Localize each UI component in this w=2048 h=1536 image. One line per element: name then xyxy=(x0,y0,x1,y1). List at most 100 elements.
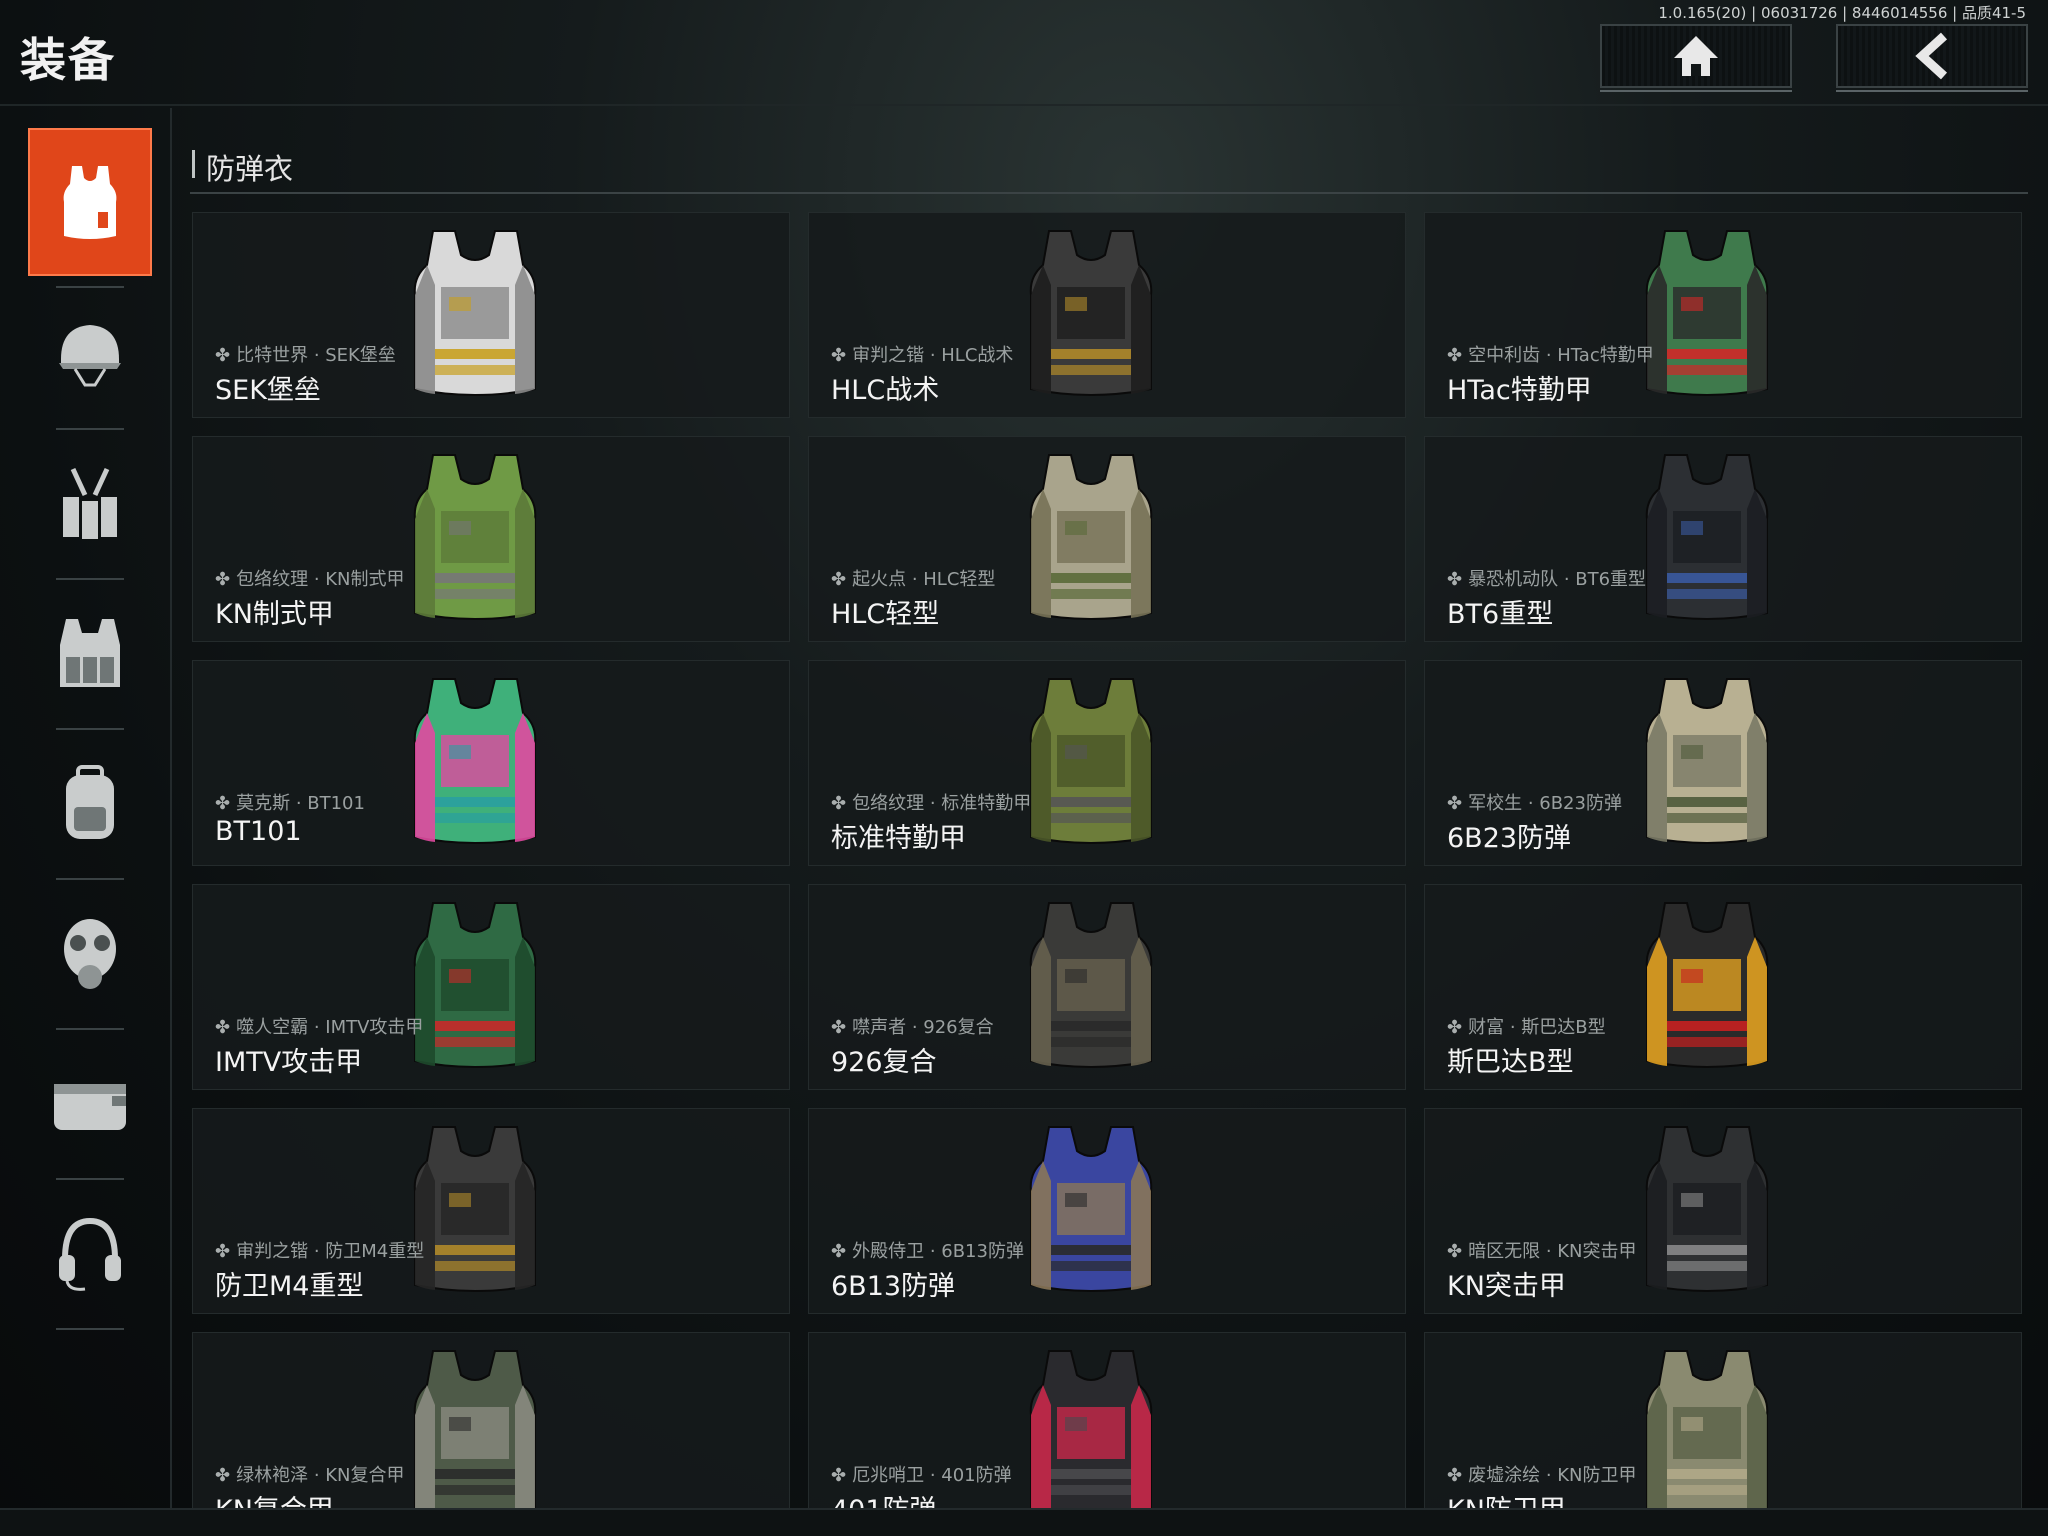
sidebar-item-vest[interactable] xyxy=(28,580,152,728)
armor-card[interactable]: ✤ 军校生 · 6B23防弹 6B23防弹 xyxy=(1424,660,2022,866)
skin-label: ✤ 包络纹理 · KN制式甲 xyxy=(215,565,405,591)
armor-card[interactable]: ✤ 包络纹理 · KN制式甲 KN制式甲 xyxy=(192,436,790,642)
skin-label: ✤ 废墟涂绘 · KN防卫甲 xyxy=(1447,1461,1637,1487)
skin-tag-icon: ✤ xyxy=(831,345,847,366)
page-title: 装备 xyxy=(20,33,116,87)
armor-card[interactable]: ✤绿林袍泽 · KN复合甲KN复合甲 xyxy=(192,1332,790,1508)
sidebar-item-backpack[interactable] xyxy=(28,730,152,878)
sidebar-separator xyxy=(56,1328,124,1330)
helmet-icon xyxy=(59,325,121,387)
armor-card[interactable]: ✤厄兆哨卫 · 401防弹401防弹 xyxy=(808,1332,1406,1508)
home-button[interactable] xyxy=(1600,24,1792,92)
armor-vest-image xyxy=(413,678,537,844)
sidebar-item-mask[interactable] xyxy=(28,880,152,1028)
armor-name: BT101 xyxy=(215,816,302,847)
skin-name: 废墟涂绘 · KN防卫甲 xyxy=(1468,1465,1637,1486)
armor-name: HLC轻型 xyxy=(831,599,940,630)
armor-name: 斯巴达B型 xyxy=(1447,1047,1574,1078)
tactical-vest-icon xyxy=(60,619,120,687)
armor-name: KN制式甲 xyxy=(215,599,334,630)
armor-card[interactable]: ✤ 审判之锴 · HLC战术 HLC战术 xyxy=(808,212,1406,418)
skin-label: ✤ 包络纹理 · 标准特勤甲 xyxy=(831,789,1031,815)
armor-name: 6B13防弹 xyxy=(831,1271,956,1302)
skin-tag-icon: ✤ xyxy=(215,1017,231,1038)
armor-vest-image xyxy=(1029,1350,1153,1508)
skin-name: 厄兆哨卫 · 401防弹 xyxy=(852,1465,1012,1486)
skin-label: ✤ 审判之锴 · 防卫M4重型 xyxy=(215,1237,424,1263)
armor-name: 6B23防弹 xyxy=(1447,823,1572,854)
skin-name: 比特世界 · SEK堡垒 xyxy=(236,345,396,366)
armor-vest-image xyxy=(1029,230,1153,396)
armor-card[interactable]: ✤ 噤声者 · 926复合 926复合 xyxy=(808,884,1406,1090)
home-icon xyxy=(1674,36,1718,76)
skin-tag-icon: ✤ xyxy=(1447,1241,1463,1262)
armor-name: HTac特勤甲 xyxy=(1447,375,1592,406)
armor-card[interactable]: ✤ 莫克斯 · BT101 BT101 xyxy=(192,660,790,866)
skin-tag-icon: ✤ xyxy=(831,1017,847,1038)
armor-name: HLC战术 xyxy=(831,375,940,406)
version-info: 1.0.165(20) | 06031726 | 8446014556 | 品质… xyxy=(1658,4,2026,22)
armor-card[interactable]: ✤废墟涂绘 · KN防卫甲KN防卫甲 xyxy=(1424,1332,2022,1508)
armor-name: BT6重型 xyxy=(1447,599,1554,630)
armor-card[interactable]: ✤ 暴恐机动队 · BT6重型 BT6重型 xyxy=(1424,436,2022,642)
skin-label: ✤ 起火点 · HLC轻型 xyxy=(831,565,995,591)
armor-card[interactable]: ✤ 审判之锴 · 防卫M4重型 防卫M4重型 xyxy=(192,1108,790,1314)
sidebar-item-helmet[interactable] xyxy=(28,280,152,428)
armor-name: SEK堡垒 xyxy=(215,375,321,406)
skin-tag-icon: ✤ xyxy=(1447,1465,1463,1486)
sidebar-item-headset[interactable] xyxy=(28,1180,152,1328)
skin-tag-icon: ✤ xyxy=(831,1465,847,1486)
skin-name: 财富 · 斯巴达B型 xyxy=(1468,1017,1606,1038)
gas-mask-icon xyxy=(64,919,116,989)
skin-name: 绿林袍泽 · KN复合甲 xyxy=(236,1465,405,1486)
skin-name: 暴恐机动队 · BT6重型 xyxy=(1468,569,1647,590)
skin-tag-icon: ✤ xyxy=(1447,793,1463,814)
section-title: 防弹衣 xyxy=(206,152,294,186)
skin-tag-icon: ✤ xyxy=(1447,569,1463,590)
skin-label: ✤ 暗区无限 · KN突击甲 xyxy=(1447,1237,1637,1263)
skin-tag-icon: ✤ xyxy=(215,345,231,366)
skin-label: ✤ 空中利齿 · HTac特勤甲 xyxy=(1447,341,1654,367)
skin-name: 军校生 · 6B23防弹 xyxy=(1468,793,1622,814)
skin-tag-icon: ✤ xyxy=(215,1241,231,1262)
sidebar-item-armor[interactable] xyxy=(28,128,152,276)
armor-name: IMTV攻击甲 xyxy=(215,1047,363,1078)
armor-card[interactable]: ✤ 包络纹理 · 标准特勤甲 标准特勤甲 xyxy=(808,660,1406,866)
armor-card[interactable]: ✤ 噬人空霸 · IMTV攻击甲 IMTV攻击甲 xyxy=(192,884,790,1090)
skin-name: 审判之锴 · 防卫M4重型 xyxy=(236,1241,425,1262)
skin-name: 起火点 · HLC轻型 xyxy=(852,569,996,590)
skin-label: ✤ 莫克斯 · BT101 xyxy=(215,789,365,815)
armor-card[interactable]: ✤ 比特世界 · SEK堡垒 SEK堡垒 xyxy=(192,212,790,418)
skin-label: ✤ 厄兆哨卫 · 401防弹 xyxy=(831,1461,1012,1487)
armor-vest-image xyxy=(413,230,537,396)
sidebar-item-rig[interactable] xyxy=(28,430,152,578)
case-icon xyxy=(54,1084,126,1130)
skin-label: ✤ 财富 · 斯巴达B型 xyxy=(1447,1013,1606,1039)
armor-vest-image xyxy=(1029,678,1153,844)
category-sidebar xyxy=(0,108,172,1508)
skin-name: 审判之锴 · HLC战术 xyxy=(852,345,1014,366)
armor-card[interactable]: ✤ 外殿侍卫 · 6B13防弹 6B13防弹 xyxy=(808,1108,1406,1314)
armor-card[interactable]: ✤ 起火点 · HLC轻型 HLC轻型 xyxy=(808,436,1406,642)
skin-name: 空中利齿 · HTac特勤甲 xyxy=(1468,345,1654,366)
top-bar: 装备 1.0.165(20) | 06031726 | 8446014556 |… xyxy=(0,0,2048,106)
armor-card[interactable]: ✤ 暗区无限 · KN突击甲 KN突击甲 xyxy=(1424,1108,2022,1314)
skin-name: 包络纹理 · KN制式甲 xyxy=(236,569,405,590)
skin-name: 噬人空霸 · IMTV攻击甲 xyxy=(236,1017,424,1038)
section-header: 防弹衣 xyxy=(190,138,2028,194)
back-button[interactable] xyxy=(1836,24,2028,92)
back-button-underline xyxy=(1836,90,2028,92)
skin-name: 莫克斯 · BT101 xyxy=(236,793,365,814)
armor-vest-image xyxy=(1645,678,1769,844)
sidebar-item-container[interactable] xyxy=(28,1030,152,1178)
skin-label: ✤ 审判之锴 · HLC战术 xyxy=(831,341,1013,367)
skin-tag-icon: ✤ xyxy=(831,1241,847,1262)
armor-name: KN复合甲 xyxy=(215,1488,334,1508)
armor-card[interactable]: ✤ 空中利齿 · HTac特勤甲 HTac特勤甲 xyxy=(1424,212,2022,418)
armor-vest-image xyxy=(1029,1126,1153,1292)
armor-name: 926复合 xyxy=(831,1047,937,1078)
armor-vest-image xyxy=(413,902,537,1068)
skin-tag-icon: ✤ xyxy=(1447,1017,1463,1038)
skin-tag-icon: ✤ xyxy=(215,793,231,814)
armor-card[interactable]: ✤ 财富 · 斯巴达B型斯巴达B型 xyxy=(1424,884,2022,1090)
